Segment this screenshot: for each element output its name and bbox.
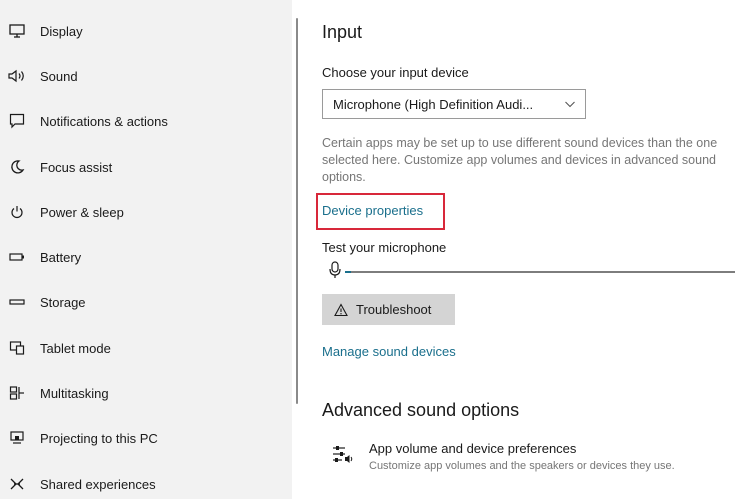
battery-icon xyxy=(8,248,26,266)
microphone-level-meter xyxy=(351,271,735,273)
focus-assist-icon xyxy=(8,158,26,176)
input-device-dropdown[interactable]: Microphone (High Definition Audi... xyxy=(322,89,586,119)
multitasking-icon xyxy=(8,384,26,402)
app-volume-preferences-link[interactable]: App volume and device preferences xyxy=(369,441,576,456)
device-properties-link[interactable]: Device properties xyxy=(322,203,423,218)
warning-icon xyxy=(334,302,348,316)
troubleshoot-button[interactable]: Troubleshoot xyxy=(322,294,455,325)
sidebar-item-label: Tablet mode xyxy=(40,340,111,356)
sidebar-item-battery[interactable]: Battery xyxy=(0,237,292,277)
test-microphone-label: Test your microphone xyxy=(322,240,447,255)
sidebar-item-label: Display xyxy=(40,23,83,39)
notifications-icon xyxy=(8,112,26,130)
sound-icon xyxy=(8,67,26,85)
input-heading: Input xyxy=(322,22,363,42)
microphone-icon xyxy=(329,261,341,278)
sidebar-item-power-sleep[interactable]: Power & sleep xyxy=(0,192,292,232)
sidebar-item-label: Shared experiences xyxy=(40,476,156,492)
chevron-down-icon xyxy=(565,101,575,108)
sidebar-scrollbar[interactable] xyxy=(296,18,298,404)
sidebar-item-label: Sound xyxy=(40,68,78,84)
sound-settings-content: Input Choose your input device Microphon… xyxy=(316,0,745,499)
sidebar-item-focus-assist[interactable]: Focus assist xyxy=(0,147,292,187)
sidebar-item-label: Focus assist xyxy=(40,159,113,175)
troubleshoot-label: Troubleshoot xyxy=(356,302,432,317)
sidebar-item-label: Notifications & actions xyxy=(40,113,168,129)
advanced-sound-heading: Advanced sound options xyxy=(322,400,520,420)
sidebar-item-label: Multitasking xyxy=(40,385,109,401)
projecting-icon xyxy=(8,429,26,447)
sidebar-item-sound[interactable]: Sound xyxy=(0,56,292,96)
power-icon xyxy=(8,203,26,221)
sidebar-item-label: Projecting to this PC xyxy=(40,430,158,446)
sidebar-item-display[interactable]: Display xyxy=(0,11,292,51)
sidebar-item-projecting[interactable]: Projecting to this PC xyxy=(0,418,292,458)
storage-icon xyxy=(8,293,26,311)
display-icon xyxy=(8,22,26,40)
sidebar-item-tablet-mode[interactable]: Tablet mode xyxy=(0,328,292,368)
input-description: Certain apps may be set up to use differ… xyxy=(322,136,718,184)
sidebar-item-label: Storage xyxy=(40,294,86,310)
app-volume-preferences-icon xyxy=(333,446,353,463)
sidebar-item-notifications[interactable]: Notifications & actions xyxy=(0,101,292,141)
sidebar: Display Sound Notifications & actions Fo… xyxy=(0,0,292,499)
sidebar-item-shared-experiences[interactable]: Shared experiences xyxy=(0,464,292,499)
shared-experiences-icon xyxy=(8,475,26,493)
sidebar-item-label: Power & sleep xyxy=(40,204,124,220)
input-device-selected: Microphone (High Definition Audi... xyxy=(333,96,534,112)
sidebar-item-multitasking[interactable]: Multitasking xyxy=(0,373,292,413)
sidebar-item-label: Battery xyxy=(40,249,82,265)
sidebar-item-storage[interactable]: Storage xyxy=(0,282,292,322)
app-volume-preferences-description: Customize app volumes and the speakers o… xyxy=(369,460,675,472)
tablet-mode-icon xyxy=(8,339,26,357)
manage-sound-devices-link[interactable]: Manage sound devices xyxy=(322,344,456,359)
choose-input-label: Choose your input device xyxy=(322,65,469,80)
